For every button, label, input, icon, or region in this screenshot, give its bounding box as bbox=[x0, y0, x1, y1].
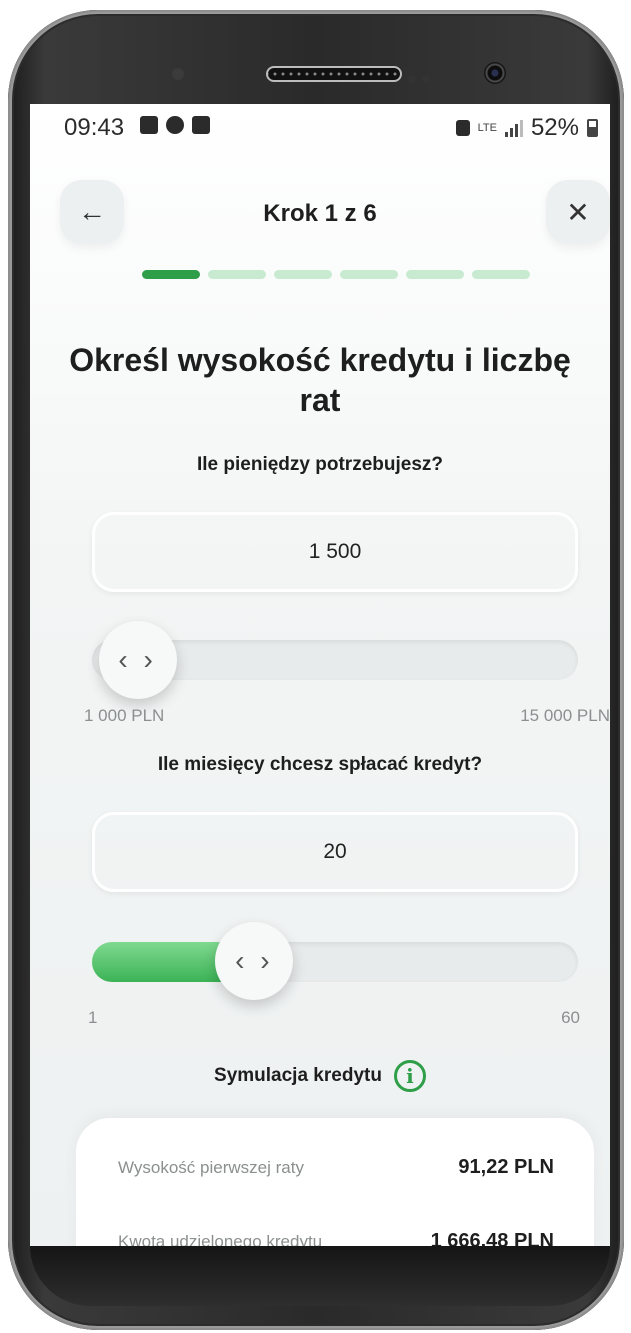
proximity-sensor bbox=[172, 68, 184, 80]
amount-min-label: 1 000 PLN bbox=[84, 706, 165, 725]
lte-icon: LTE bbox=[477, 122, 497, 134]
step-indicator: Krok 1 z 6 bbox=[263, 200, 377, 227]
amount-max-label: 15 000 PLN bbox=[520, 706, 610, 725]
close-icon: ✕ bbox=[566, 196, 590, 228]
status-bar: 09:43 LTE 52% bbox=[30, 104, 610, 156]
simulation-card: Wysokość pierwszej raty 91,22 PLN Kwota … bbox=[76, 1118, 594, 1246]
simulation-header: Symulacja kredytu i bbox=[30, 1060, 610, 1092]
progress-segment bbox=[142, 270, 200, 279]
drag-arrows-icon: ‹ › bbox=[118, 644, 157, 675]
progress-segment bbox=[340, 270, 398, 279]
amount-slider-thumb[interactable]: ‹ › bbox=[98, 621, 177, 699]
simulation-title: Symulacja kredytu bbox=[214, 1065, 382, 1086]
sensor-dots bbox=[408, 70, 436, 88]
simulation-row: Kwota udzielonego kredytu 1 666,48 PLN bbox=[118, 1230, 554, 1246]
months-max-label: 60 bbox=[561, 1008, 580, 1027]
amount-input[interactable] bbox=[92, 512, 578, 592]
months-question-label: Ile miesięcy chcesz spłacać kredyt? bbox=[157, 754, 483, 775]
simulation-row: Wysokość pierwszej raty 91,22 PLN bbox=[118, 1156, 554, 1179]
app-notification-icon bbox=[166, 116, 184, 134]
status-time: 09:43 bbox=[64, 114, 125, 141]
close-button[interactable]: ✕ bbox=[546, 180, 610, 244]
loan-amount-value: 1 666,48 PLN bbox=[430, 1230, 554, 1246]
notification-icons bbox=[140, 116, 210, 134]
battery-icon bbox=[587, 119, 598, 137]
status-right: LTE 52% bbox=[455, 114, 598, 142]
phone-bottom-bezel bbox=[30, 1246, 610, 1306]
info-icon[interactable]: i bbox=[393, 1060, 426, 1092]
battery-percent: 52% bbox=[530, 114, 579, 141]
months-input[interactable] bbox=[92, 812, 578, 892]
progress-segment bbox=[406, 270, 464, 279]
alarm-icon bbox=[455, 120, 470, 136]
earpiece-speaker bbox=[266, 66, 402, 82]
drag-arrows-icon: ‹ › bbox=[235, 945, 274, 976]
progress-segment bbox=[472, 270, 530, 279]
step-progress-bar bbox=[142, 270, 530, 279]
first-installment-label: Wysokość pierwszej raty bbox=[118, 1157, 304, 1177]
screenshot-icon bbox=[192, 116, 210, 134]
app-screen: 09:43 LTE 52% ← Krok 1 z 6 ✕ Określ wyso… bbox=[30, 104, 610, 1246]
months-slider-track[interactable] bbox=[92, 942, 578, 982]
months-min-label: 1 bbox=[88, 1008, 98, 1027]
signal-icon bbox=[504, 119, 523, 137]
page-title: Określ wysokość kredytu i liczbę rat bbox=[69, 342, 571, 418]
months-slider-thumb[interactable]: ‹ › bbox=[215, 922, 294, 1000]
amount-question-label: Ile pieniędzy potrzebujesz? bbox=[197, 454, 443, 475]
gallery-icon bbox=[140, 116, 158, 134]
progress-segment bbox=[208, 270, 266, 279]
front-camera bbox=[484, 62, 506, 84]
loan-amount-label: Kwota udzielonego kredytu bbox=[118, 1231, 323, 1247]
progress-segment bbox=[274, 270, 332, 279]
first-installment-value: 91,22 PLN bbox=[458, 1156, 554, 1178]
